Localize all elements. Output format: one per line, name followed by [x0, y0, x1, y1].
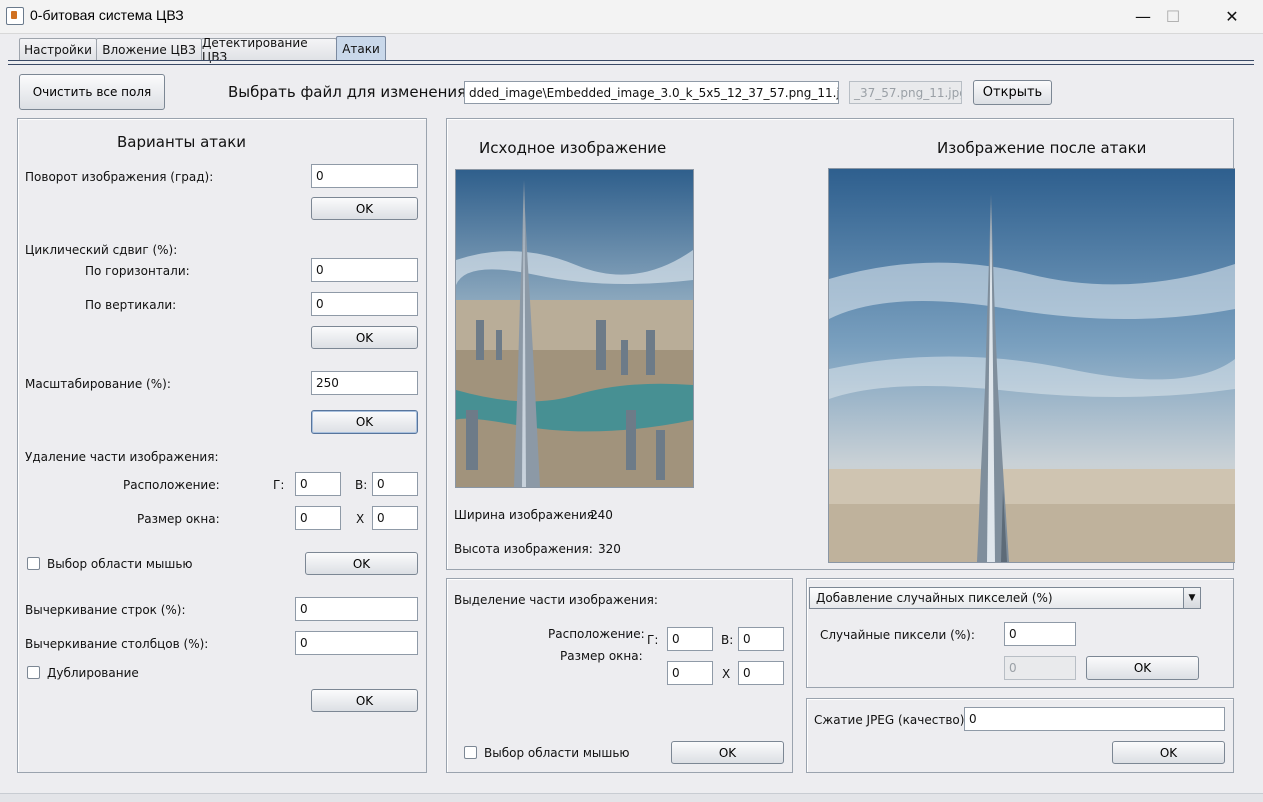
maximize-icon: ☐ — [1165, 7, 1181, 26]
jpeg-quality-input[interactable]: 0 — [964, 707, 1225, 731]
duplication-checkbox[interactable] — [27, 666, 40, 679]
cols-input[interactable]: 0 — [295, 631, 418, 655]
scale-label: Масштабирование (%): — [25, 377, 171, 391]
scale-ok-button[interactable]: OK — [311, 410, 418, 434]
file-path-secondary: _37_57.png_11.jpg — [849, 81, 962, 104]
random-pixels-label: Случайные пиксели (%): — [820, 628, 975, 642]
selection-mouse-label: Выбор области мышью — [484, 746, 630, 760]
window-title: 0-битовая система ЦВЗ — [30, 7, 184, 23]
open-file-button[interactable]: Открыть — [973, 80, 1052, 105]
rotation-input[interactable]: 0 — [311, 164, 418, 188]
cols-label: Вычеркивание столбцов (%): — [25, 637, 209, 651]
attacked-image-title: Изображение после атаки — [937, 139, 1147, 157]
removal-mouse-label: Выбор области мышью — [47, 557, 193, 571]
shift-vertical-label: По вертикали: — [85, 298, 177, 312]
selection-ok-button[interactable]: OK — [671, 741, 784, 764]
shift-horizontal-input[interactable]: 0 — [311, 258, 418, 282]
selection-v-input[interactable]: 0 — [738, 627, 784, 651]
tab-embedding[interactable]: Вложение ЦВЗ — [96, 38, 202, 61]
source-image-title: Исходное изображение — [479, 139, 667, 157]
shift-label: Циклический сдвиг (%): — [25, 243, 178, 257]
removal-position-label: Расположение: — [123, 478, 220, 492]
removal-ok-button[interactable]: OK — [305, 552, 418, 575]
close-button[interactable]: ✕ — [1203, 0, 1261, 33]
scale-input[interactable]: 250 — [311, 371, 418, 395]
shift-vertical-input[interactable]: 0 — [311, 292, 418, 316]
clear-all-button[interactable]: Очистить все поля — [19, 74, 165, 110]
selection-mouse-checkbox[interactable] — [464, 746, 477, 759]
selection-width-input[interactable]: 0 — [667, 661, 713, 685]
removal-label: Удаление части изображения: — [25, 450, 219, 464]
maximize-button[interactable]: ☐ — [1144, 0, 1202, 33]
removal-v-label: В: — [355, 478, 368, 492]
rows-label: Вычеркивание строк (%): — [25, 603, 186, 617]
removal-height-input[interactable]: 0 — [372, 506, 418, 530]
tab-divider — [8, 60, 1254, 65]
removal-v-input[interactable]: 0 — [372, 472, 418, 496]
title-bar: 0-битовая система ЦВЗ — ☐ ✕ — [0, 0, 1263, 34]
jpeg-ok-button[interactable]: OK — [1112, 741, 1225, 764]
close-icon: ✕ — [1225, 7, 1239, 26]
removal-mouse-checkbox[interactable] — [27, 557, 40, 570]
selection-position-label: Расположение: — [548, 627, 645, 641]
choose-file-label: Выбрать файл для изменения: — [228, 83, 472, 101]
shift-horizontal-label: По горизонтали: — [85, 264, 190, 278]
selection-window-label: Размер окна: — [560, 649, 643, 663]
tab-detection[interactable]: Детектирование ЦВЗ — [201, 36, 337, 64]
random-pixels-disabled-input: 0 — [1004, 656, 1076, 680]
height-value: 320 — [598, 542, 621, 556]
attack-type-select[interactable]: Добавление случайных пикселей (%) ▼ — [809, 587, 1201, 609]
width-label: Ширина изображения: — [454, 508, 599, 522]
attack-options-title: Варианты атаки — [117, 133, 247, 151]
attack-type-selected: Добавление случайных пикселей (%) — [816, 591, 1053, 605]
shift-ok-button[interactable]: OK — [311, 326, 418, 349]
selection-v-label: В: — [721, 633, 734, 647]
rotation-ok-button[interactable]: OK — [311, 197, 418, 220]
java-app-icon — [6, 7, 24, 25]
rotation-label: Поворот изображения (град): — [25, 170, 214, 184]
selection-height-input[interactable]: 0 — [738, 661, 784, 685]
rows-input[interactable]: 0 — [295, 597, 418, 621]
attacked-image — [828, 168, 1235, 563]
selection-x-label: X — [722, 667, 731, 681]
height-label: Высота изображения: — [454, 542, 593, 556]
rows-cols-ok-button[interactable]: OK — [311, 689, 418, 712]
removal-x-label: X — [356, 512, 365, 526]
selection-g-input[interactable]: 0 — [667, 627, 713, 651]
removal-g-input[interactable]: 0 — [295, 472, 341, 496]
random-pixels-input[interactable]: 0 — [1004, 622, 1076, 646]
tab-attacks[interactable]: Атаки — [336, 36, 386, 61]
noise-ok-button[interactable]: OK — [1086, 656, 1199, 680]
removal-g-label: Г: — [273, 478, 285, 492]
selection-label: Выделение части изображения: — [454, 593, 658, 607]
tab-settings[interactable]: Настройки — [19, 38, 97, 61]
duplication-label: Дублирование — [47, 666, 139, 680]
width-value: 240 — [590, 508, 613, 522]
source-image — [455, 169, 694, 488]
selection-g-label: Г: — [647, 633, 659, 647]
file-path-input[interactable]: dded_image\Embedded_image_3.0_k_5x5_12_3… — [464, 81, 839, 104]
chevron-down-icon[interactable]: ▼ — [1183, 588, 1200, 608]
jpeg-label: Сжатие JPEG (качество): — [814, 713, 969, 727]
removal-window-label: Размер окна: — [137, 512, 220, 526]
removal-width-input[interactable]: 0 — [295, 506, 341, 530]
